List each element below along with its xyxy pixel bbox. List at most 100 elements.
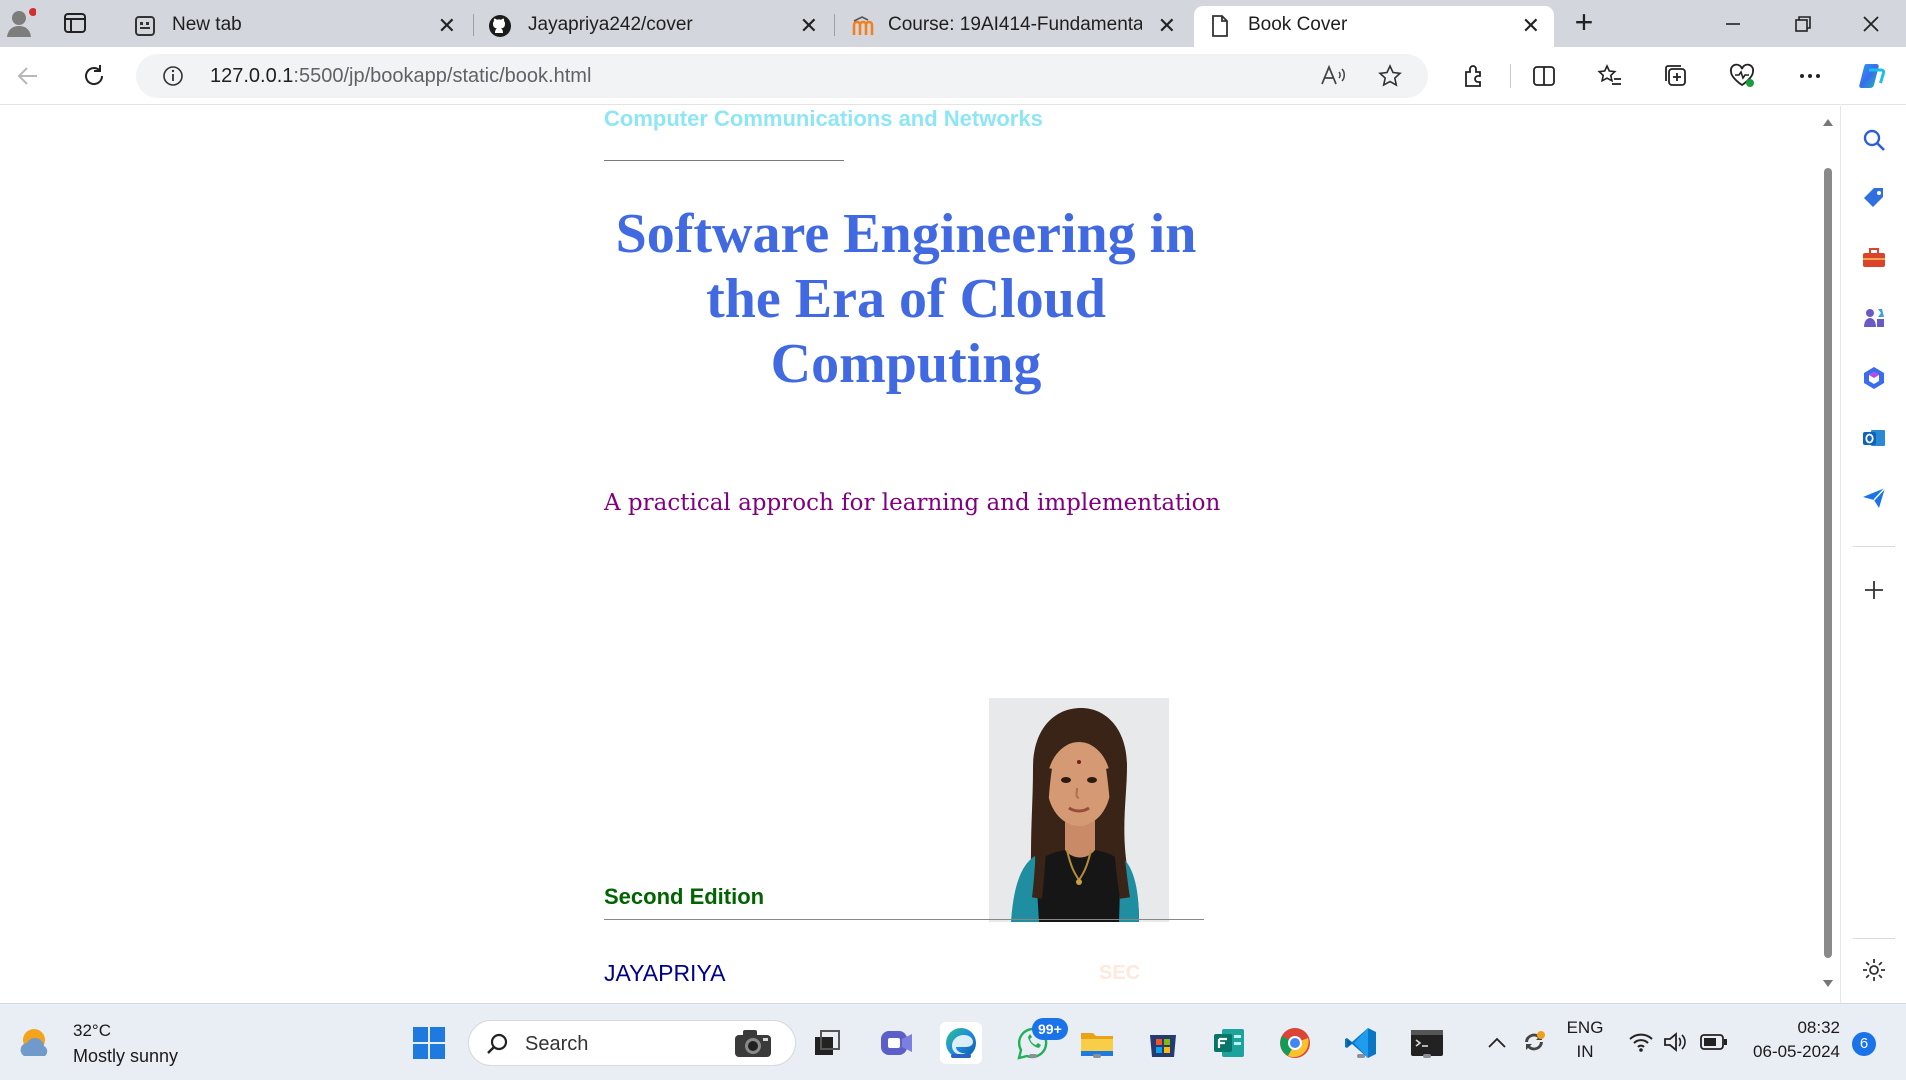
chrome-icon[interactable] <box>1274 1022 1316 1064</box>
tab-moodle-course[interactable]: Course: 19AI414-Fundamentals o ✕ <box>838 6 1190 47</box>
restore-button[interactable] <box>1770 0 1836 47</box>
tab-github[interactable]: Jayapriya242/cover ✕ <box>476 6 832 47</box>
sidebar-settings-gear-icon[interactable] <box>1858 954 1890 986</box>
author-photo <box>989 698 1169 922</box>
close-tab-icon[interactable]: ✕ <box>438 14 456 38</box>
terminal-icon[interactable] <box>1406 1022 1448 1064</box>
task-view-icon[interactable] <box>806 1022 848 1064</box>
scroll-up-arrow-icon[interactable] <box>1822 116 1834 128</box>
show-hidden-icons-chevron-icon[interactable] <box>1486 1032 1508 1054</box>
close-tab-icon[interactable]: ✕ <box>1522 14 1540 38</box>
battery-icon[interactable] <box>1700 1032 1728 1052</box>
browser-toolbar: 127.0.0.1:5500/jp/bookapp/static/book.ht… <box>0 47 1906 105</box>
minimize-button[interactable] <box>1700 0 1766 47</box>
running-app-indicator <box>1357 1054 1365 1058</box>
split-screen-icon[interactable] <box>1524 56 1564 96</box>
shopping-tag-icon[interactable] <box>1858 182 1890 214</box>
weather-widget[interactable]: 32°C Mostly sunny <box>10 1004 180 1080</box>
profile-avatar-icon[interactable] <box>6 8 37 38</box>
scroll-thumb[interactable] <box>1824 168 1832 958</box>
read-aloud-icon[interactable] <box>1320 64 1346 88</box>
sync-status-icon[interactable] <box>1520 1028 1548 1056</box>
tab-separator <box>834 14 835 36</box>
sidebar-divider <box>1853 938 1895 939</box>
teams-meet-icon[interactable] <box>876 1022 918 1064</box>
microsoft-365-icon[interactable] <box>1858 362 1890 394</box>
tab-title: Book Cover <box>1248 14 1348 35</box>
extensions-icon[interactable] <box>1454 56 1494 96</box>
page-viewport: Computer Communications and Networks Sof… <box>0 106 1820 1003</box>
file-explorer-icon[interactable] <box>1076 1022 1118 1064</box>
tab-title: Jayapriya242/cover <box>528 14 693 35</box>
page-scrollbar[interactable] <box>1820 106 1836 1003</box>
close-tab-icon[interactable]: ✕ <box>800 14 818 38</box>
site-info-icon[interactable] <box>162 65 184 87</box>
series-label: Computer Communications and Networks <box>604 106 1043 131</box>
address-bar[interactable]: 127.0.0.1:5500/jp/bookapp/static/book.ht… <box>136 54 1428 98</box>
search-icon[interactable] <box>1858 124 1890 156</box>
running-app-indicator <box>1093 1054 1101 1058</box>
edge-browser-icon[interactable] <box>940 1022 982 1064</box>
edition-label: Second Edition <box>604 884 765 909</box>
url-path: :5500/jp/bookapp/static/book.html <box>293 65 592 87</box>
tab-actions-icon[interactable] <box>62 10 88 36</box>
running-app-indicator <box>1029 1054 1037 1058</box>
search-placeholder: Search <box>525 1033 589 1055</box>
back-icon[interactable] <box>8 56 48 96</box>
close-tab-icon[interactable]: ✕ <box>1158 14 1176 38</box>
region-code: IN <box>1576 1042 1594 1061</box>
horizontal-rule <box>604 160 844 161</box>
notification-badge: 99+ <box>1032 1018 1068 1040</box>
tab-book-cover[interactable]: Book Cover ✕ <box>1194 6 1554 47</box>
language-indicator[interactable]: ENG IN <box>1564 1018 1606 1062</box>
new-tab-button[interactable]: + <box>1568 4 1600 40</box>
horizontal-rule <box>604 919 1204 920</box>
search-icon <box>485 1031 511 1057</box>
weather-description: Mostly sunny <box>73 1046 179 1066</box>
collections-icon[interactable] <box>1656 56 1696 96</box>
tab-new-tab[interactable]: New tab ✕ <box>120 6 470 47</box>
book-subtitle: A practical approch for learning and imp… <box>604 490 1221 516</box>
new-tab-page-icon <box>134 15 156 37</box>
more-options-icon[interactable] <box>1790 56 1830 96</box>
send-icon[interactable] <box>1858 482 1890 514</box>
close-window-button[interactable] <box>1838 0 1904 47</box>
wifi-icon[interactable] <box>1628 1030 1654 1054</box>
clock[interactable]: 08:32 06-05-2024 <box>1740 1018 1840 1062</box>
author-name: JAYAPRIYA <box>604 960 726 986</box>
tab-title: Course: 19AI414-Fundamentals o <box>888 14 1142 35</box>
sun-cloud-icon <box>16 1024 56 1060</box>
vscode-icon[interactable] <box>1340 1022 1382 1064</box>
desktop-screen: New tab ✕ Jayapriya242/cover ✕ Course: 1… <box>0 0 1906 1080</box>
favorite-star-icon[interactable] <box>1378 64 1402 88</box>
edge-sidebar <box>1840 106 1906 1003</box>
clock-time: 08:32 <box>1797 1018 1840 1037</box>
running-app-indicator <box>1423 1054 1431 1058</box>
microsoft-store-icon[interactable] <box>1142 1022 1184 1064</box>
publisher-label: SEC <box>1099 962 1141 984</box>
games-icon[interactable] <box>1858 302 1890 334</box>
copilot-icon[interactable] <box>1852 56 1892 96</box>
moodle-icon <box>852 15 876 37</box>
scroll-down-arrow-icon[interactable] <box>1822 978 1834 990</box>
github-icon <box>488 14 512 38</box>
windows-taskbar: 32°C Mostly sunny Search 99+ ENG IN 08:3… <box>0 1003 1906 1080</box>
tab-strip: New tab ✕ Jayapriya242/cover ✕ Course: 1… <box>0 0 1906 47</box>
forms-app-icon[interactable] <box>1208 1022 1250 1064</box>
notification-count-badge[interactable]: 6 <box>1852 1032 1876 1056</box>
refresh-icon[interactable] <box>74 56 114 96</box>
volume-icon[interactable] <box>1662 1030 1688 1054</box>
camera-icon <box>731 1025 775 1061</box>
outlook-icon[interactable] <box>1858 422 1890 454</box>
language-code: ENG <box>1566 1018 1604 1037</box>
url-text: 127.0.0.1:5500/jp/bookapp/static/book.ht… <box>210 65 591 88</box>
add-app-icon[interactable] <box>1858 574 1890 606</box>
favorites-icon[interactable] <box>1590 56 1630 96</box>
tools-icon[interactable] <box>1858 242 1890 274</box>
windows-start-icon[interactable] <box>408 1022 450 1064</box>
book-title: Software Engineering in the Era of Cloud… <box>615 203 1197 395</box>
browser-essentials-icon[interactable] <box>1722 56 1762 96</box>
taskbar-search-box[interactable]: Search <box>468 1020 796 1066</box>
url-host: 127.0.0.1 <box>210 65 294 87</box>
whatsapp-icon[interactable]: 99+ <box>1012 1018 1068 1064</box>
